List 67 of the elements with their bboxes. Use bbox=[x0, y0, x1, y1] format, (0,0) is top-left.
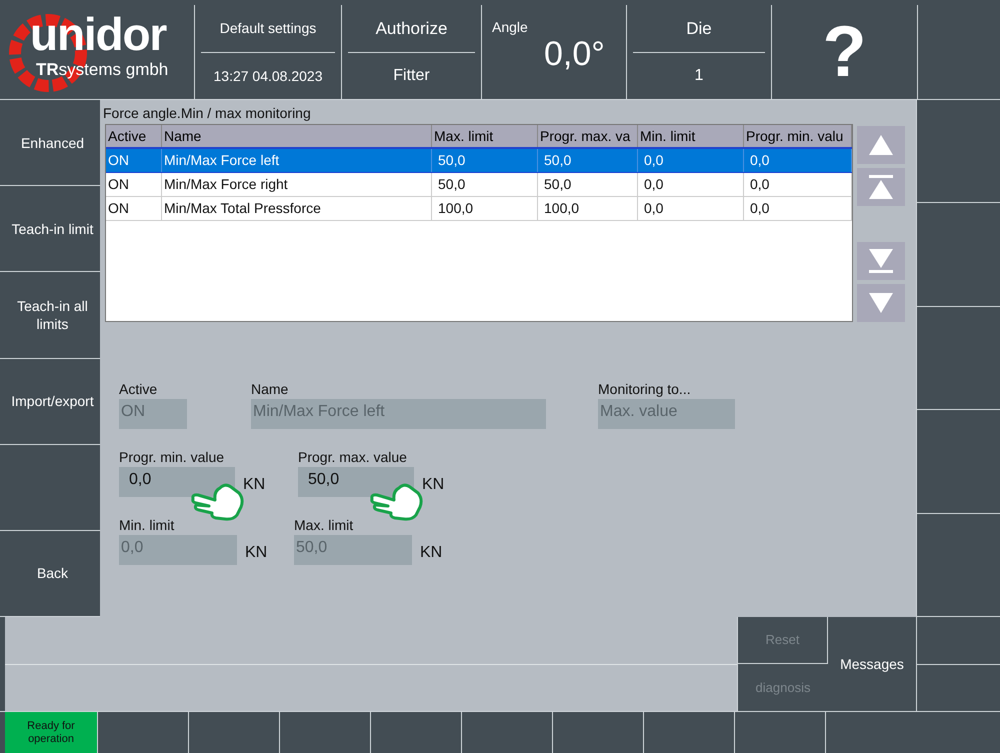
empty-button[interactable] bbox=[916, 100, 1000, 204]
field-label: Progr. max. value bbox=[298, 448, 407, 467]
column-header: Active bbox=[106, 125, 162, 147]
column-header: Name bbox=[162, 125, 432, 147]
input-field[interactable]: 50,0 bbox=[298, 467, 414, 497]
sidebar-button[interactable]: Teach-in all limits bbox=[5, 296, 100, 333]
unit-label: KN bbox=[245, 543, 268, 563]
table-cell: Min/Max Total Pressforce bbox=[162, 197, 432, 220]
input-field: ON bbox=[119, 399, 187, 429]
table-cell: 50,0 bbox=[538, 149, 638, 172]
field-label: Min. limit bbox=[119, 516, 174, 535]
table-cell: 50,0 bbox=[432, 149, 538, 172]
user-label: Fitter bbox=[393, 66, 430, 86]
table-cell: ON bbox=[106, 197, 162, 220]
field-label: Name bbox=[251, 380, 288, 399]
table-row[interactable]: ON Min/Max Total Pressforce 100,0 100,0 0,0 0,0 bbox=[106, 197, 852, 221]
table-cell: ON bbox=[106, 149, 162, 172]
table-cell: Min/Max Force right bbox=[162, 173, 432, 196]
unit-label: KN bbox=[420, 543, 442, 563]
table-cell: 100,0 bbox=[538, 197, 638, 220]
field-label: Monitoring to... bbox=[598, 380, 691, 399]
input-field: 0,0 bbox=[119, 535, 237, 565]
profile-label: Default settings bbox=[220, 19, 316, 38]
help-button[interactable]: ? bbox=[814, 16, 874, 88]
status-indicator: Ready for operation bbox=[5, 712, 97, 753]
table-cell: 100,0 bbox=[432, 197, 538, 220]
sidebar-button[interactable]: Enhanced bbox=[5, 134, 100, 152]
die-value: 1 bbox=[694, 66, 704, 86]
input-field: Max. value bbox=[598, 399, 735, 429]
field-label: Active bbox=[119, 380, 158, 399]
table-cell: 50,0 bbox=[432, 173, 538, 196]
messages-button[interactable]: Messages bbox=[840, 654, 904, 674]
table-cell: 0,0 bbox=[744, 149, 852, 172]
table-cell: Min/Max Force left bbox=[162, 149, 432, 172]
unit-label: KN bbox=[243, 475, 266, 495]
sidebar-button[interactable]: Import/export bbox=[5, 392, 100, 410]
sidebar-button[interactable]: Back bbox=[5, 564, 100, 582]
table-title: Force angle.Min / max monitoring bbox=[102, 104, 311, 123]
column-header: Min. limit bbox=[638, 125, 744, 147]
die-label: Die bbox=[686, 18, 712, 40]
column-header: Progr. min. valu bbox=[744, 125, 852, 147]
date-time: 13:27 04.08.2023 bbox=[214, 66, 322, 86]
input-field[interactable]: 0,0 bbox=[119, 467, 235, 497]
table-cell: 0,0 bbox=[744, 173, 852, 196]
empty-button[interactable] bbox=[916, 410, 1000, 514]
empty-button[interactable] bbox=[916, 203, 1000, 307]
field-label: Progr. min. value bbox=[119, 448, 224, 467]
sidebar-button[interactable]: Teach-in limit bbox=[5, 220, 100, 238]
authorize-button[interactable]: Authorize bbox=[376, 16, 448, 42]
column-header: Progr. max. va bbox=[538, 125, 638, 147]
input-field: Min/Max Force left bbox=[251, 399, 546, 429]
unit-label: KN bbox=[422, 475, 444, 495]
table-cell: ON bbox=[106, 173, 162, 196]
table-cell: 50,0 bbox=[538, 173, 638, 196]
empty-button[interactable] bbox=[916, 514, 1000, 618]
field-label: Max. limit bbox=[294, 516, 354, 535]
table-row[interactable]: ON Min/Max Force right 50,0 50,0 0,0 0,0 bbox=[106, 173, 852, 197]
table-cell: 0,0 bbox=[638, 173, 744, 196]
table-cell: 0,0 bbox=[638, 149, 744, 172]
table-cell: 0,0 bbox=[744, 197, 852, 220]
column-header: Max. limit bbox=[432, 125, 538, 147]
input-field: 50,0 bbox=[294, 535, 412, 565]
angle-value: 0,0° bbox=[544, 37, 605, 71]
table-row[interactable]: ON Min/Max Force left 50,0 50,0 0,0 0,0 bbox=[106, 149, 852, 173]
empty-button[interactable] bbox=[916, 306, 1000, 410]
angle-label: Angle bbox=[492, 18, 528, 37]
table-cell: 0,0 bbox=[638, 197, 744, 220]
